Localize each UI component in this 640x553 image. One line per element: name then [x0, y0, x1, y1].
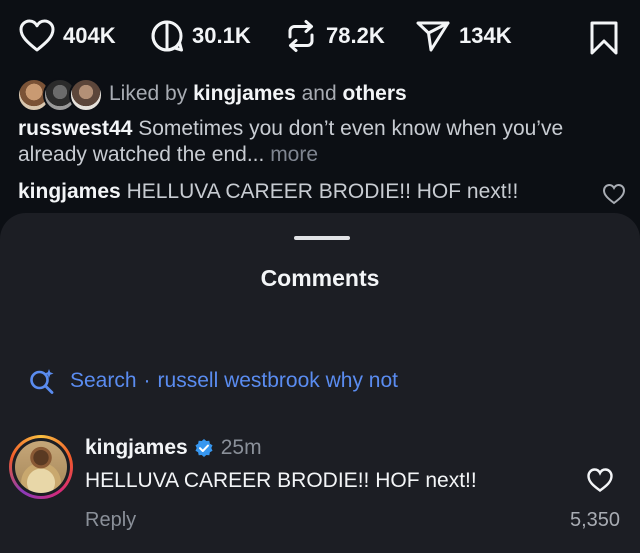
- repost-action[interactable]: 78.2K: [284, 18, 385, 54]
- sheet-title: Comments: [260, 265, 380, 291]
- comment-count: 30.1K: [192, 23, 251, 48]
- like-action[interactable]: 404K: [19, 18, 116, 54]
- caption-more-link[interactable]: more: [270, 143, 318, 166]
- heart-icon[interactable]: [602, 183, 626, 205]
- share-count: 134K: [459, 23, 512, 48]
- search-sparkle-icon: [30, 369, 54, 394]
- comment-username[interactable]: kingjames: [85, 436, 188, 460]
- search-suggestion[interactable]: Search · russell westbrook why not: [28, 367, 398, 395]
- verified-badge-icon: [195, 439, 213, 457]
- send-icon: [416, 21, 450, 52]
- caption-username[interactable]: russwest44: [18, 117, 132, 140]
- avatar-inner: [12, 438, 70, 496]
- comment-bubble-icon: [151, 20, 183, 52]
- heart-icon: [19, 19, 55, 52]
- post-caption: russwest44 Sometimes you don’t even know…: [18, 116, 618, 168]
- search-label: Search: [70, 369, 137, 392]
- liked-by-row[interactable]: Liked by kingjames and others: [17, 77, 407, 112]
- liked-by-text: Liked by kingjames and others: [109, 82, 407, 106]
- avatar-image: [15, 441, 67, 493]
- avatar[interactable]: [9, 435, 73, 499]
- comment-preview-username[interactable]: kingjames: [18, 180, 121, 203]
- comment-preview[interactable]: kingjames HELLUVA CAREER BRODIE!! HOF ne…: [18, 180, 578, 204]
- repost-count: 78.2K: [326, 23, 385, 48]
- share-action[interactable]: 134K: [415, 18, 512, 54]
- post-action-bar: 404K 30.1K 78.2K 134K: [0, 0, 640, 76]
- reply-button[interactable]: Reply: [85, 509, 136, 532]
- liked-by-others[interactable]: others: [343, 82, 407, 105]
- avatar: [69, 78, 103, 112]
- comment-timestamp: 25m: [220, 436, 262, 459]
- heart-icon[interactable]: [586, 467, 614, 493]
- liked-by-conjunction: and: [301, 82, 337, 105]
- comment-item: kingjames 25m HELLUVA CAREER BRODIE!! HO…: [0, 429, 640, 549]
- comment-action[interactable]: 30.1K: [150, 18, 251, 54]
- liked-by-username[interactable]: kingjames: [193, 82, 296, 105]
- liked-by-prefix: Liked by: [109, 82, 188, 105]
- like-count: 404K: [63, 23, 116, 48]
- sheet-drag-handle[interactable]: [294, 236, 350, 240]
- repost-icon: [288, 20, 314, 52]
- comment-like-count: 5,350: [570, 509, 621, 531]
- save-action[interactable]: [589, 20, 619, 56]
- comment-header: kingjames 25m: [85, 436, 262, 460]
- comment-preview-text: HELLUVA CAREER BRODIE!! HOF next!!: [126, 180, 519, 203]
- bookmark-icon: [590, 21, 618, 55]
- search-query: russell westbrook why not: [157, 369, 398, 392]
- comment-text: HELLUVA CAREER BRODIE!! HOF next!!: [85, 469, 477, 492]
- search-separator: ·: [143, 369, 151, 392]
- comments-sheet: Comments Search · russell westbrook why …: [0, 213, 640, 553]
- liked-by-avatars: [17, 77, 103, 112]
